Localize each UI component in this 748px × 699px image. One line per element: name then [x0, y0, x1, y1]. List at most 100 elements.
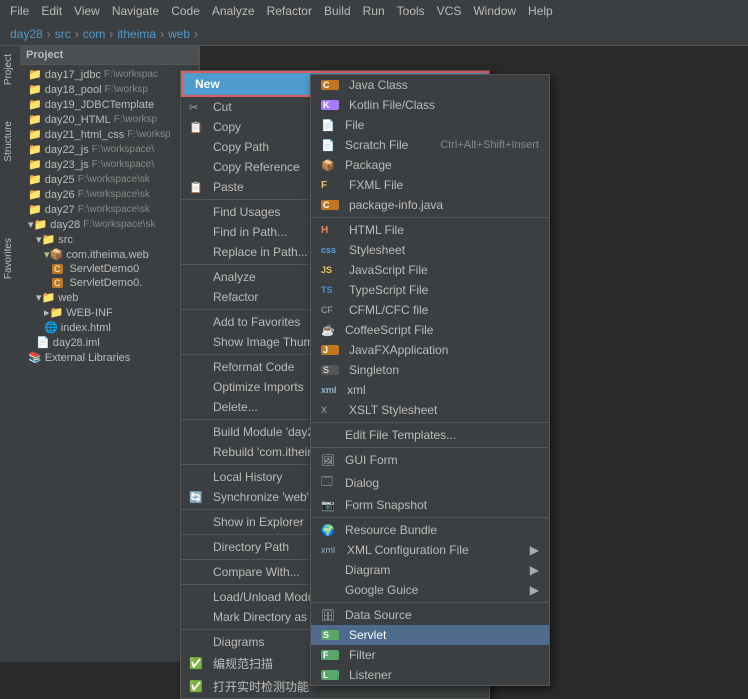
xml-config-icon: xml	[321, 545, 339, 555]
sm-filter[interactable]: F Filter	[311, 645, 549, 665]
menu-view[interactable]: View	[68, 2, 106, 20]
project-panel: Project 📁 day17_jdbc F:\workspac 📁 day18…	[20, 46, 200, 662]
filter-icon: F	[321, 650, 339, 660]
sm-stylesheet[interactable]: css Stylesheet	[311, 240, 549, 260]
tree-day28[interactable]: ▾📁 day28 F:\workspace\sk	[20, 217, 199, 232]
tree-webinf[interactable]: ▸📁 WEB-INF	[20, 305, 199, 320]
tree-web[interactable]: ▾📁 web	[20, 290, 199, 305]
sm-resource-bundle[interactable]: 🌍 Resource Bundle	[311, 520, 549, 540]
sm-google-guice-label: Google Guice	[345, 583, 526, 597]
sm-kotlin[interactable]: K Kotlin File/Class	[311, 95, 549, 115]
code-scan-icon: ✅	[189, 657, 207, 670]
menu-refactor[interactable]: Refactor	[261, 2, 318, 20]
breadcrumb-com[interactable]: com	[81, 27, 108, 41]
sm-file[interactable]: 📄 File	[311, 115, 549, 135]
sm-diagram-label: Diagram	[345, 563, 526, 577]
pkg-info-icon: C	[321, 200, 339, 210]
tree-iml[interactable]: 📄 day28.iml	[20, 335, 199, 350]
html-sm-icon: H	[321, 225, 339, 236]
sm-singleton[interactable]: S Singleton	[311, 360, 549, 380]
sm-servlet[interactable]: S Servlet	[311, 625, 549, 645]
sm-gui-form-label: GUI Form	[345, 453, 539, 467]
favorites-tab[interactable]: Favorites	[0, 230, 20, 287]
sm-pkg-info-label: package-info.java	[349, 198, 539, 212]
project-tab[interactable]: Project	[0, 46, 20, 93]
sm-js[interactable]: JS JavaScript File	[311, 260, 549, 280]
sm-listener[interactable]: L Listener	[311, 665, 549, 685]
sm-cfml[interactable]: CF CFML/CFC file	[311, 300, 549, 320]
menu-code[interactable]: Code	[165, 2, 206, 20]
menu-window[interactable]: Window	[467, 2, 522, 20]
sm-edit-templates[interactable]: Edit File Templates...	[311, 425, 549, 445]
sm-xml[interactable]: xml xml	[311, 380, 549, 400]
sm-java-class[interactable]: C Java Class	[311, 75, 549, 95]
tree-servlet1[interactable]: C ServletDemo0	[20, 262, 199, 276]
sm-file-label: File	[345, 118, 539, 132]
sm-xml-config[interactable]: xml XML Configuration File ▶	[311, 540, 549, 560]
class-icon2: C	[52, 278, 63, 288]
sm-gui-form[interactable]: 🖼 GUI Form	[311, 450, 549, 470]
sm-dialog[interactable]: 🗔 Dialog	[311, 470, 549, 495]
package-icon: ▾📦	[44, 248, 63, 261]
structure-tab[interactable]: Structure	[0, 113, 20, 170]
fxml-icon: F	[321, 180, 339, 191]
menu-vcs[interactable]: VCS	[431, 2, 468, 20]
sm-singleton-label: Singleton	[349, 363, 539, 377]
menu-help[interactable]: Help	[522, 2, 559, 20]
tree-index[interactable]: 🌐 index.html	[20, 320, 199, 335]
menu-file[interactable]: File	[4, 2, 35, 20]
menu-run[interactable]: Run	[357, 2, 391, 20]
tree-day27[interactable]: 📁 day27 F:\workspace\sk	[20, 202, 199, 217]
java-class-icon: C	[321, 80, 339, 90]
breadcrumb-itheima[interactable]: itheima	[115, 27, 158, 41]
tree-day20[interactable]: 📁 day20_HTML F:\worksp	[20, 112, 199, 127]
dialog-icon: 🗔	[321, 473, 339, 492]
menu-tools[interactable]: Tools	[391, 2, 431, 20]
cut-icon: ✂	[189, 101, 207, 114]
tree-day22[interactable]: 📁 day22_js F:\workspace\	[20, 142, 199, 157]
sm-data-source[interactable]: 🗄 Data Source	[311, 605, 549, 625]
tree-com-itheima-web[interactable]: ▾📦 com.itheima.web	[20, 247, 199, 262]
breadcrumb-day28[interactable]: day28	[8, 27, 45, 41]
sm-coffee[interactable]: ☕ CoffeeScript File	[311, 320, 549, 340]
tree-day21[interactable]: 📁 day21_html_css F:\worksp	[20, 127, 199, 142]
tree-day25[interactable]: 📁 day25 F:\workspace\sk	[20, 172, 199, 187]
gui-icon: 🖼	[321, 454, 339, 467]
sm-package-info[interactable]: C package-info.java	[311, 195, 549, 215]
breadcrumb-src[interactable]: src	[53, 27, 73, 41]
tree-ext-libs[interactable]: 📚 External Libraries	[20, 350, 199, 365]
breadcrumb-web[interactable]: web	[166, 27, 192, 41]
sm-form-snapshot[interactable]: 📷 Form Snapshot	[311, 495, 549, 515]
sm-html[interactable]: H HTML File	[311, 220, 549, 240]
folder-icon: 📁	[28, 203, 42, 216]
sm-ts-label: TypeScript File	[349, 283, 539, 297]
menu-analyze[interactable]: Analyze	[206, 2, 261, 20]
tree-day18[interactable]: 📁 day18_pool F:\worksp	[20, 82, 199, 97]
sm-edit-templates-label: Edit File Templates...	[345, 428, 539, 442]
sm-diagram[interactable]: Diagram ▶	[311, 560, 549, 580]
sm-xslt-label: XSLT Stylesheet	[349, 403, 539, 417]
menu-edit[interactable]: Edit	[35, 2, 68, 20]
sm-sep1	[311, 217, 549, 218]
menu-build[interactable]: Build	[318, 2, 357, 20]
tree-src[interactable]: ▾📁 src	[20, 232, 199, 247]
sm-form-snapshot-label: Form Snapshot	[345, 498, 539, 512]
tree-day19[interactable]: 📁 day19_JDBCTemplate	[20, 97, 199, 112]
breadcrumb: day28 › src › com › itheima › web ›	[0, 22, 748, 46]
xslt-icon: X	[321, 405, 339, 415]
sm-ts[interactable]: TS TypeScript File	[311, 280, 549, 300]
menu-navigate[interactable]: Navigate	[106, 2, 165, 20]
sm-scratch-file[interactable]: 📄 Scratch File Ctrl+Alt+Shift+Insert	[311, 135, 549, 155]
sm-javafx[interactable]: J JavaFXApplication	[311, 340, 549, 360]
sm-xslt[interactable]: X XSLT Stylesheet	[311, 400, 549, 420]
tree-servlet2[interactable]: C ServletDemo0.	[20, 276, 199, 290]
sm-package[interactable]: 📦 Package	[311, 155, 549, 175]
tree-day17[interactable]: 📁 day17_jdbc F:\workspac	[20, 67, 199, 82]
sm-coffee-label: CoffeeScript File	[345, 323, 539, 337]
panel-header: Project	[20, 46, 199, 65]
sm-fxml[interactable]: F FXML File	[311, 175, 549, 195]
tree-day26[interactable]: 📁 day26 F:\workspace\sk	[20, 187, 199, 202]
sm-sep5	[311, 602, 549, 603]
tree-day23[interactable]: 📁 day23_js F:\workspace\	[20, 157, 199, 172]
sm-google-guice[interactable]: Google Guice ▶	[311, 580, 549, 600]
